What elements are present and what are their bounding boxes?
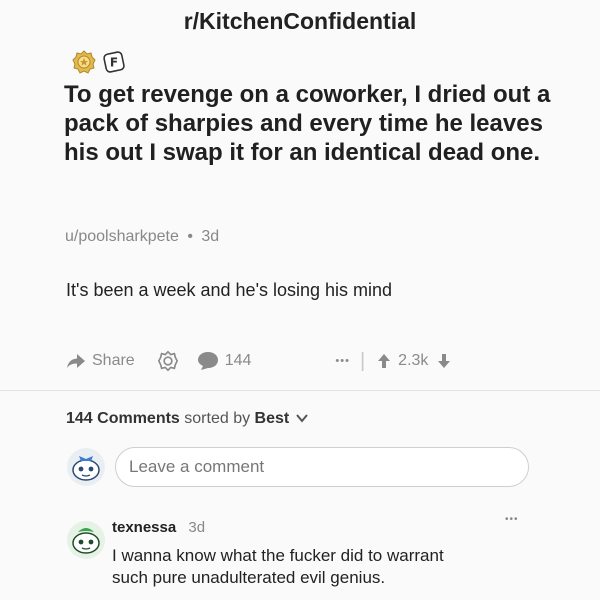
post-title[interactable]: To get revenge on a coworker, I dried ou… (64, 80, 554, 167)
downvote-button[interactable] (437, 353, 451, 369)
comment-body-line: I wanna know what the fucker did to warr… (112, 546, 444, 565)
comments-button[interactable]: 144 (197, 351, 252, 371)
vote-score: 2.3k (398, 352, 429, 369)
share-label: Share (92, 352, 135, 369)
post-actions-bar: Share 144 ••• | 2.3k (66, 348, 536, 374)
comments-sort-bar: 144 Comments sorted by Best (66, 410, 308, 428)
comment-count: 144 (224, 352, 252, 369)
current-user-avatar[interactable] (66, 447, 106, 487)
post-author[interactable]: u/poolsharkpete (65, 228, 179, 245)
comment-bubble-icon (197, 352, 218, 370)
flair-f-icon: F (103, 51, 125, 73)
upvote-arrow-icon (378, 354, 391, 368)
comment-username[interactable]: texnessa (112, 519, 176, 536)
more-options-button[interactable]: ••• (335, 355, 350, 367)
comment-age: 3d (188, 519, 206, 536)
subreddit-title[interactable]: r/KitchenConfidential (0, 8, 600, 35)
comment-meta: texnessa 3d (112, 519, 205, 536)
flair-letter: F (110, 56, 118, 70)
meta-separator: • (187, 228, 193, 245)
sort-value: Best (254, 410, 290, 427)
comment-more-options[interactable]: ••• (505, 514, 519, 525)
upvote-button[interactable] (377, 353, 391, 369)
sort-dropdown[interactable]: Best (255, 410, 308, 427)
chevron-down-icon (295, 414, 308, 423)
sorted-by-label: sorted by (184, 410, 251, 427)
commenter-avatar[interactable] (66, 520, 106, 560)
vote-divider: | (359, 349, 366, 372)
share-button[interactable]: Share (66, 352, 135, 370)
comment-body-line: such pure unadulterated evil genius. (112, 568, 386, 587)
comment-input[interactable]: Leave a comment (115, 447, 529, 487)
section-divider (0, 390, 600, 391)
award-button[interactable] (157, 350, 179, 372)
post-body: It's been a week and he's losing his min… (66, 280, 393, 300)
award-outline-icon (157, 350, 178, 372)
post-meta: u/poolsharkpete • 3d (65, 228, 219, 246)
share-arrow-icon (67, 354, 85, 368)
post-badges: F (72, 50, 126, 74)
more-options-icon: ••• (335, 355, 350, 367)
post-age: 3d (201, 228, 220, 245)
downvote-arrow-icon (438, 354, 451, 368)
comment-body: I wanna know what the fucker did to warr… (112, 545, 542, 589)
comments-count-label: 144 Comments (66, 410, 180, 427)
gold-award-icon (72, 50, 96, 74)
comment-input-placeholder: Leave a comment (129, 457, 265, 476)
